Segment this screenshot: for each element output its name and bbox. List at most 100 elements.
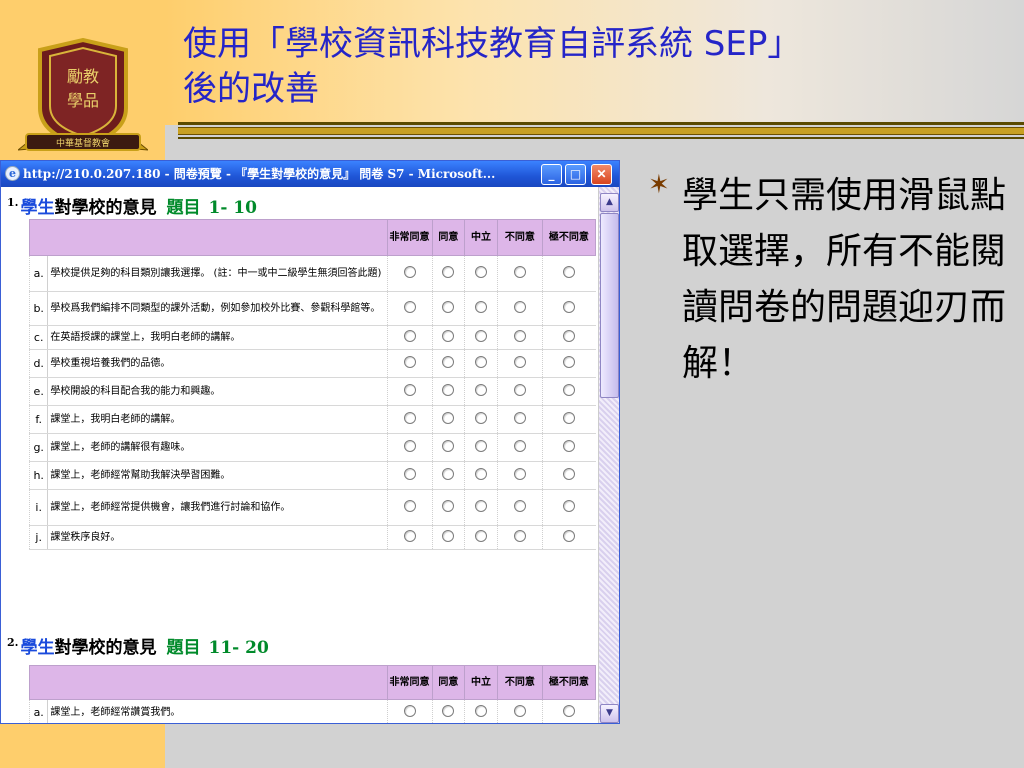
- answer-radio-button[interactable]: [563, 499, 576, 512]
- answer-radio-button[interactable]: [403, 467, 416, 480]
- answer-radio-button[interactable]: [513, 467, 526, 480]
- answer-radio-button[interactable]: [475, 383, 488, 396]
- radio-cell: [431, 325, 465, 350]
- vertical-scrollbar[interactable]: ▲ ▼: [598, 187, 619, 723]
- window-title: http://210.0.207.180 - 問卷預覽 - 『學生對學校的意見』…: [23, 167, 496, 181]
- answer-radio-button[interactable]: [563, 529, 576, 542]
- answer-radio-button[interactable]: [403, 704, 416, 717]
- answer-radio-button[interactable]: [475, 355, 488, 368]
- answer-radio-button[interactable]: [403, 529, 416, 542]
- scroll-down-icon[interactable]: ▼: [600, 704, 619, 723]
- answer-radio-button[interactable]: [442, 499, 455, 512]
- answer-radio-button[interactable]: [403, 439, 416, 452]
- answer-radio-button[interactable]: [403, 355, 416, 368]
- answer-radio-button[interactable]: [513, 265, 526, 278]
- title-rule-bottom: [178, 137, 1024, 139]
- scale-header: 極不同意: [541, 219, 597, 256]
- radio-cell: [464, 489, 498, 526]
- window-titlebar[interactable]: e http://210.0.207.180 - 問卷預覽 - 『學生對學校的意…: [1, 161, 619, 187]
- answer-radio-button[interactable]: [475, 329, 488, 342]
- question-text: 課堂上，老師經常幫助我解決學習困難。: [47, 461, 388, 490]
- answer-radio-button[interactable]: [403, 265, 416, 278]
- answer-radio-button[interactable]: [442, 704, 455, 717]
- answer-radio-button[interactable]: [403, 411, 416, 424]
- answer-radio-button[interactable]: [475, 529, 488, 542]
- answer-radio-button[interactable]: [563, 265, 576, 278]
- section-title: 對學校的意見: [54, 638, 157, 658]
- answer-radio-button[interactable]: [475, 499, 488, 512]
- radio-cell: [496, 325, 543, 350]
- close-icon[interactable]: ✕: [591, 164, 612, 185]
- question-letter: a.: [28, 699, 49, 723]
- answer-radio-button[interactable]: [513, 329, 526, 342]
- radio-cell: [541, 699, 596, 723]
- answer-radio-button[interactable]: [563, 467, 576, 480]
- radio-cell: [386, 349, 432, 378]
- radio-cell: [431, 525, 465, 550]
- question-letter: j.: [28, 525, 49, 550]
- answer-radio-button[interactable]: [403, 499, 416, 512]
- radio-cell: [386, 405, 432, 434]
- minimize-icon[interactable]: _: [541, 164, 562, 185]
- answer-radio-button[interactable]: [442, 383, 455, 396]
- answer-radio-button[interactable]: [563, 411, 576, 424]
- answer-radio-button[interactable]: [442, 329, 455, 342]
- answer-radio-button[interactable]: [475, 411, 488, 424]
- scrollbar-thumb[interactable]: [600, 213, 619, 398]
- header-blank-cell: [29, 665, 388, 700]
- title-rule-top: [178, 122, 1024, 125]
- radio-cell: [464, 325, 498, 350]
- answer-radio-button[interactable]: [442, 439, 455, 452]
- scale-header: 非常同意: [386, 219, 433, 256]
- answer-radio-button[interactable]: [442, 411, 455, 424]
- answer-radio-button[interactable]: [563, 439, 576, 452]
- table-header-row: 非常同意 同意 中立 不同意 極不同意: [29, 665, 597, 700]
- answer-radio-button[interactable]: [513, 499, 526, 512]
- answer-radio-button[interactable]: [475, 467, 488, 480]
- radio-cell: [496, 699, 543, 723]
- answer-radio-button[interactable]: [442, 529, 455, 542]
- answer-radio-button[interactable]: [513, 300, 526, 313]
- radio-cell: [386, 291, 432, 326]
- maximize-icon[interactable]: □: [565, 164, 586, 185]
- answer-radio-button[interactable]: [513, 411, 526, 424]
- answer-radio-button[interactable]: [563, 300, 576, 313]
- answer-radio-button[interactable]: [513, 355, 526, 368]
- question-text: 學校重視培養我們的品德。: [47, 349, 388, 378]
- section-heading: 2. 學生對學校的意見 題目 11- 20: [1, 633, 269, 667]
- radio-cell: [431, 349, 465, 378]
- answer-radio-button[interactable]: [442, 300, 455, 313]
- answer-radio-button[interactable]: [475, 300, 488, 313]
- scale-header: 不同意: [496, 219, 543, 256]
- answer-radio-button[interactable]: [513, 439, 526, 452]
- answer-radio-button[interactable]: [403, 300, 416, 313]
- answer-radio-button[interactable]: [563, 704, 576, 717]
- answer-radio-button[interactable]: [442, 355, 455, 368]
- answer-radio-button[interactable]: [513, 383, 526, 396]
- browser-window: e http://210.0.207.180 - 問卷預覽 - 『學生對學校的意…: [0, 160, 620, 724]
- answer-radio-button[interactable]: [513, 529, 526, 542]
- answer-radio-button[interactable]: [475, 704, 488, 717]
- section-topic-label: 題目: [166, 198, 201, 218]
- answer-radio-button[interactable]: [475, 439, 488, 452]
- radio-cell: [431, 377, 465, 406]
- answer-radio-button[interactable]: [563, 383, 576, 396]
- answer-radio-button[interactable]: [475, 265, 488, 278]
- section-number: 2.: [7, 636, 19, 650]
- answer-radio-button[interactable]: [442, 265, 455, 278]
- answer-radio-button[interactable]: [403, 329, 416, 342]
- scroll-up-icon[interactable]: ▲: [600, 193, 619, 212]
- answer-radio-button[interactable]: [403, 383, 416, 396]
- answer-radio-button[interactable]: [442, 467, 455, 480]
- answer-radio-button[interactable]: [563, 329, 576, 342]
- radio-cell: [431, 489, 465, 526]
- answer-radio-button[interactable]: [563, 355, 576, 368]
- question-letter: i.: [28, 489, 49, 526]
- answer-radio-button[interactable]: [513, 704, 526, 717]
- scale-header: 同意: [431, 665, 466, 700]
- section-title: 對學校的意見: [54, 198, 157, 218]
- radio-cell: [496, 377, 543, 406]
- radio-cell: [464, 461, 498, 490]
- question-text: 在英語授課的課堂上，我明白老師的講解。: [47, 325, 388, 350]
- slide-title-line1: 使用「學校資訊科技教育自評系統 SEP」: [183, 24, 802, 64]
